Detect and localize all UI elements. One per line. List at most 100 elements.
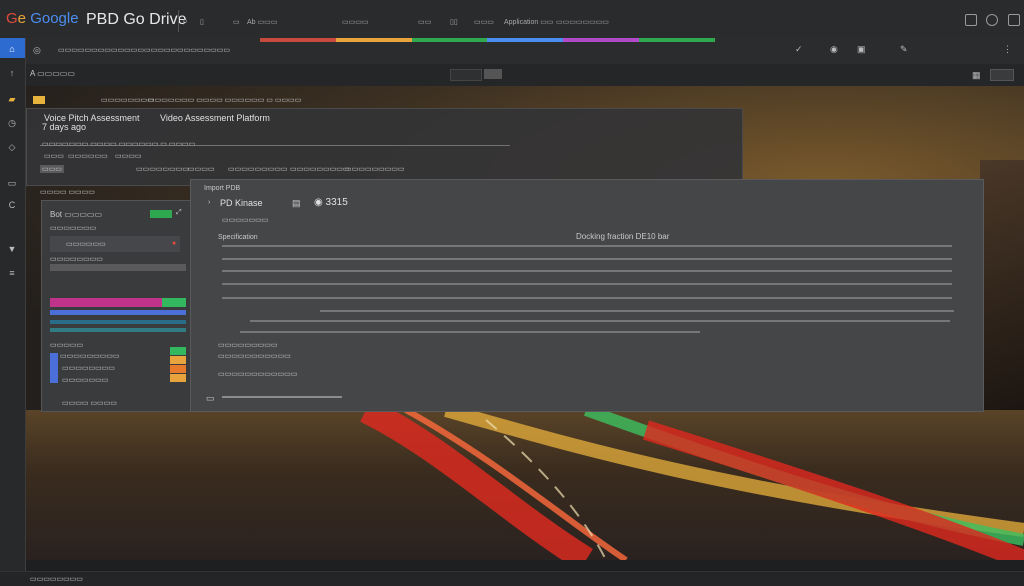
document-icon[interactable]: ▭: [6, 178, 18, 188]
grid-icon[interactable]: ▦: [972, 70, 981, 81]
document-title: Docking fraction DE10 bar: [576, 232, 670, 241]
tab-2[interactable]: ▭▭▭▭▭▭: [68, 152, 108, 160]
menu-item-6[interactable]: ▭▭: [418, 18, 431, 26]
background-cliff: [980, 160, 1024, 420]
sidebar-item-5[interactable]: ▭▭▭▭▭▭▭▭▭: [60, 352, 120, 360]
window-restore-icon[interactable]: [965, 14, 977, 26]
legend-yellow: [170, 374, 186, 382]
record-icon[interactable]: ◉: [830, 44, 838, 55]
menu-item-2[interactable]: ▯: [200, 18, 204, 26]
menu-item-5[interactable]: ▭▭▭▭: [342, 18, 368, 26]
attachment-icon[interactable]: ▭: [206, 393, 215, 404]
folder-icon: [33, 96, 45, 104]
status-bar: [0, 571, 1024, 586]
breadcrumb[interactable]: ▭▭▭▭▭▭▭▭: [101, 96, 154, 104]
legend-green: [170, 347, 186, 355]
tab-6[interactable]: ▭▭▭▭▭▭▭▭▭: [228, 165, 288, 173]
document-text-line: [222, 283, 952, 285]
file-icon[interactable]: ▤: [292, 198, 301, 209]
app-title: PBD Go Drive: [86, 11, 187, 28]
ring-icon: ◉: [314, 197, 323, 208]
divider: [40, 145, 510, 146]
title-divider: [178, 10, 179, 32]
legend-bar: [50, 353, 58, 383]
document-text-line: [222, 297, 952, 299]
globe-icon[interactable]: ◎: [33, 45, 41, 56]
sidebar-footer: ▭▭▭▭ ▭▭▭▭: [62, 400, 117, 407]
menu-icon[interactable]: ≡: [6, 268, 18, 278]
shield-icon[interactable]: ◇: [6, 142, 18, 152]
structure-code-text: 3315: [325, 197, 348, 208]
pointer-icon[interactable]: ✓: [795, 44, 803, 55]
more-icon[interactable]: ⋮: [1003, 44, 1012, 55]
menu-item-4[interactable]: Ab ▭▭▭: [247, 18, 277, 26]
filter-icon[interactable]: ▼: [6, 244, 18, 254]
path-label: A ▭▭▭▭▭: [30, 69, 75, 78]
background-road: [26, 410, 1024, 560]
panel-title-2: Video Assessment Platform: [160, 113, 270, 123]
legend-orange: [170, 365, 186, 373]
section-label: Specification: [218, 234, 258, 241]
document-text-line: [222, 270, 952, 272]
view-toggle[interactable]: [990, 69, 1014, 81]
tab-5[interactable]: ▭▭▭▭: [188, 165, 214, 173]
document-text-line: [250, 320, 950, 322]
panel-subtitle: 7 days ago: [42, 122, 87, 132]
menu-item-8[interactable]: ▭▭▭: [474, 18, 494, 26]
sidebar-item-3[interactable]: ▭▭▭▭▭▭▭▭: [50, 255, 103, 263]
footer-item-3[interactable]: ▭▭▭▭▭▭▭▭▭▭▭▭: [218, 370, 297, 378]
footer-line: [222, 396, 342, 398]
bookmark-icon[interactable]: ▣: [857, 44, 866, 55]
menu-item-7[interactable]: ▯▯: [450, 18, 458, 26]
bar-blue: [50, 310, 186, 315]
arrow-icon[interactable]: ↑: [6, 68, 18, 78]
tab-active[interactable]: ▭▭▭: [40, 165, 64, 173]
tab-3[interactable]: ▭▭▭▭: [115, 152, 141, 160]
bar-green: [162, 298, 186, 307]
toolbar: [26, 64, 1024, 87]
breadcrumb-path[interactable]: ▭▭▭▭▭▭▭ ▭▭▭▭ ▭▭▭▭▭▭ ▭ ▭▭▭▭: [148, 96, 301, 104]
menu-item-10[interactable]: ▭▭▭▭▭▭▭▭: [556, 18, 609, 26]
tab-4[interactable]: ▭▭▭▭▭▭▭▭: [136, 165, 189, 173]
home-icon[interactable]: ⌂: [6, 44, 18, 54]
toolbar-field[interactable]: [450, 69, 482, 81]
sidebar-item-1[interactable]: ▭▭▭▭▭▭▭: [50, 224, 96, 232]
sidebar-item-4[interactable]: ▭▭▭▭▭: [50, 341, 83, 349]
folder-icon[interactable]: ▰: [6, 94, 18, 104]
tab-8[interactable]: ▭▭▭▭▭▭▭▭▭: [345, 165, 405, 173]
light-trails: [360, 410, 1024, 560]
chevron-icon: ›: [208, 199, 211, 206]
document-text-line: [222, 245, 952, 247]
bar-cyan: [50, 328, 186, 332]
toolbar-button[interactable]: [484, 69, 502, 79]
url-field[interactable]: ▭▭▭▭▭▭▭▭▭▭▭▭▭▭▭▭▭▭▭▭▭▭▭▭▭▭: [58, 46, 230, 54]
structure-code: ◉ 3315: [314, 197, 348, 208]
footer-item-1[interactable]: ▭▭▭▭▭▭▭▭▭: [218, 341, 278, 349]
progress-track: [50, 264, 186, 271]
document-heading: PD Kinase: [220, 198, 263, 208]
tab-7[interactable]: ▭▭▭▭▭▭▭▭▭: [290, 165, 350, 173]
brand-color-strip: [260, 38, 715, 42]
clock-icon[interactable]: ◷: [6, 118, 18, 128]
menu-item-9[interactable]: Application ▭▭: [504, 18, 553, 26]
copy-icon[interactable]: C: [6, 200, 18, 210]
expand-icon[interactable]: ⤢: [176, 209, 182, 217]
document-text-line: [222, 258, 952, 260]
app-logo: Ge Google: [6, 10, 79, 27]
footer-item-2[interactable]: ▭▭▭▭▭▭▭▭▭▭▭: [218, 352, 291, 360]
menu-item-1[interactable]: p: [183, 18, 187, 25]
edit-icon[interactable]: ✎: [900, 44, 908, 55]
legend-amber: [170, 356, 186, 364]
menu-item-3[interactable]: ▭: [233, 18, 240, 26]
clock-icon[interactable]: [986, 14, 998, 26]
status-badge: [150, 210, 172, 218]
window-close-icon[interactable]: [1008, 14, 1020, 26]
sidebar-item-2[interactable]: ▭▭▭▭▭▭: [66, 240, 106, 248]
tab-1[interactable]: ▭▭▭: [44, 152, 64, 160]
document-text-line: [320, 310, 954, 312]
sidebar-item-7[interactable]: ▭▭▭▭▭▭▭: [62, 376, 108, 384]
document-text-line: [240, 331, 700, 333]
document-panel: [190, 179, 984, 412]
error-icon: ●: [172, 240, 177, 247]
sidebar-item-6[interactable]: ▭▭▭▭▭▭▭▭: [62, 364, 115, 372]
